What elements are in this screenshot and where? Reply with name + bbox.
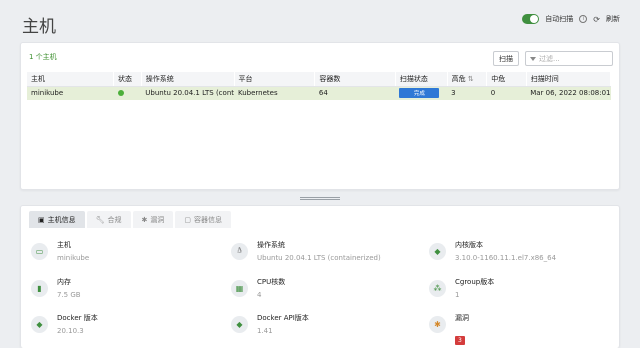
- toggle-knob: [530, 15, 539, 23]
- tab-label: 主机信息: [47, 215, 76, 224]
- tab-label: 合规: [107, 215, 122, 224]
- info-label: 内存: [57, 278, 71, 286]
- sort-icon[interactable]: ⇅: [468, 75, 474, 83]
- info-host: ▭ 主机 minikube: [31, 240, 89, 262]
- auto-scan-label: 自动扫描: [545, 15, 574, 23]
- info-memory: ▮ 内存 7.5 GB: [31, 277, 81, 299]
- info-label: Docker 版本: [57, 314, 98, 322]
- id-card-icon: ▣: [38, 215, 45, 224]
- tab-label: 容器信息: [194, 215, 223, 224]
- hosts-table: 主机 状态 操作系统 平台 容器数 扫描状态 高危 ⇅ 中危 扫描时间 mini…: [27, 72, 612, 100]
- info-kernel: ◆ 内核版本 3.10.0-1160.11.1.el7.x86_64: [429, 240, 556, 262]
- column-header-medium[interactable]: 中危: [486, 72, 527, 87]
- cell-high: 3: [447, 86, 487, 100]
- info-label: 内核版本: [455, 241, 483, 249]
- tag-icon: ◆: [31, 316, 48, 333]
- container-icon: ▢: [184, 215, 192, 224]
- resize-handle[interactable]: [300, 197, 340, 200]
- hosts-panel: 1 个主机 扫描 过滤... 主机 状态 操作系统 平台 容器数 扫描状态 高危…: [20, 42, 620, 190]
- column-header-platform[interactable]: 平台: [234, 72, 316, 87]
- memory-icon: ▮: [31, 280, 48, 297]
- cell-os: Ubuntu 20.04.1 LTS (cont: [141, 86, 234, 100]
- info-value: 20.10.3: [57, 327, 84, 335]
- filter-input[interactable]: 过滤...: [525, 51, 613, 66]
- info-label: 主机: [57, 241, 71, 249]
- details-panel: ▣ 主机信息 🔧︎ 合规 ✱ 漏洞 ▢ 容器信息 ▭ 主机 minikube 🐧︎ 操作系…: [20, 205, 620, 348]
- info-value: 3: [455, 327, 469, 346]
- host-count: 1 个主机: [29, 53, 57, 61]
- filter-placeholder: 过滤...: [539, 54, 560, 63]
- info-label: 操作系统: [257, 241, 285, 249]
- cell-containers: 64: [314, 86, 396, 100]
- tab-vulnerabilities[interactable]: ✱ 漏洞: [132, 211, 174, 228]
- info-docker-api: ◆ Docker API版本 1.41: [231, 313, 309, 335]
- info-label: 漏洞: [455, 314, 469, 322]
- info-value: 4: [257, 291, 262, 299]
- info-value: minikube: [57, 254, 90, 262]
- cell-status: [113, 86, 142, 100]
- cgroup-icon: ⁂: [429, 280, 446, 297]
- linux-icon: 🐧︎: [231, 243, 248, 260]
- card-icon: ▭: [31, 243, 48, 260]
- scan-button[interactable]: 扫描: [493, 51, 519, 66]
- bug-icon: ✱: [141, 215, 148, 224]
- tab-label: 漏洞: [150, 215, 165, 224]
- column-header-host[interactable]: 主机: [27, 72, 115, 87]
- info-vulnerabilities: ✱ 漏洞 3: [429, 313, 469, 346]
- info-cgroup: ⁂ Cgroup版本 1: [429, 277, 494, 299]
- vuln-count-badge[interactable]: 3: [455, 336, 465, 345]
- tab-container-info[interactable]: ▢ 容器信息: [175, 211, 232, 228]
- column-header-high[interactable]: 高危 ⇅: [447, 72, 488, 87]
- wrench-icon: 🔧︎: [95, 215, 105, 224]
- cell-platform: Kubernetes: [234, 86, 315, 100]
- info-cpu: ▦ CPU核数 4: [231, 277, 285, 299]
- header-toolbar: 自动扫描 i ⟳ 刷新: [522, 14, 620, 24]
- info-value: 1.41: [257, 327, 273, 335]
- detail-tabs: ▣ 主机信息 🔧︎ 合规 ✱ 漏洞 ▢ 容器信息: [29, 211, 232, 228]
- status-dot: [117, 90, 124, 97]
- tab-host-info[interactable]: ▣ 主机信息: [29, 211, 85, 228]
- bug-icon: ✱: [429, 316, 446, 333]
- cell-host[interactable]: minikube: [27, 86, 114, 100]
- tag-icon: ◆: [231, 316, 248, 333]
- info-value: Ubuntu 20.04.1 LTS (containerized): [257, 254, 381, 262]
- table-row[interactable]: minikube Ubuntu 20.04.1 LTS (cont Kubern…: [27, 86, 611, 100]
- table-header-row: 主机 状态 操作系统 平台 容器数 扫描状态 高危 ⇅ 中危 扫描时间: [27, 72, 612, 87]
- info-value: 3.10.0-1160.11.1.el7.x86_64: [455, 254, 557, 262]
- refresh-icon[interactable]: ⟳: [593, 15, 600, 24]
- tab-compliance[interactable]: 🔧︎ 合规: [86, 211, 131, 228]
- info-value: 7.5 GB: [57, 291, 81, 299]
- auto-scan-toggle[interactable]: [522, 14, 540, 24]
- column-header-containers[interactable]: 容器数: [314, 72, 396, 87]
- cell-medium: 0: [486, 86, 527, 100]
- refresh-button[interactable]: 刷新: [606, 14, 620, 24]
- column-header-scan-time[interactable]: 扫描时间: [526, 72, 612, 87]
- info-docker-version: ◆ Docker 版本 20.10.3: [31, 313, 98, 335]
- tag-icon: ◆: [429, 243, 446, 260]
- scan-status-badge: 完成: [399, 88, 440, 99]
- column-header-scan-status[interactable]: 扫描状态: [395, 72, 448, 87]
- info-os: 🐧︎ 操作系统 Ubuntu 20.04.1 LTS (containerized…: [231, 240, 381, 262]
- column-header-high-label: 高危: [451, 74, 466, 83]
- info-label: CPU核数: [257, 278, 286, 286]
- page-title: 主机: [22, 17, 56, 37]
- filter-icon: [530, 56, 536, 61]
- info-label: Cgroup版本: [455, 278, 495, 286]
- cell-scan-status: 完成: [395, 86, 448, 100]
- cell-scan-time: Mar 06, 2022 08:08:01: [526, 86, 611, 100]
- column-header-os[interactable]: 操作系统: [141, 72, 235, 87]
- cpu-icon: ▦: [231, 280, 248, 297]
- column-header-status[interactable]: 状态: [113, 72, 142, 87]
- info-label: Docker API版本: [257, 314, 309, 322]
- info-icon[interactable]: i: [579, 15, 588, 23]
- info-value: 1: [455, 291, 460, 299]
